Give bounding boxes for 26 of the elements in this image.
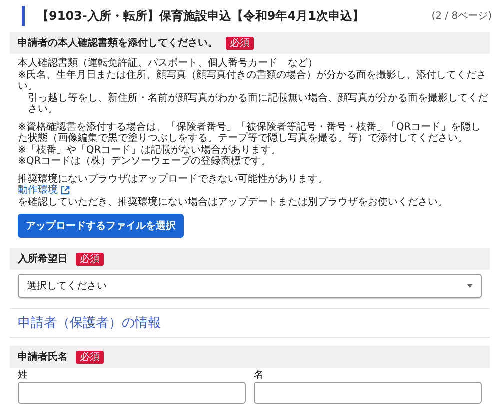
required-badge: 必須 — [76, 350, 104, 364]
field-label: 申請者の本人確認書類を添付してください。 — [18, 36, 218, 50]
upload-button[interactable]: アップロードするファイルを選択 — [18, 214, 184, 238]
info-text: 推奨環境にないブラウザはアップロードできない可能性があります。 — [18, 174, 329, 184]
external-link-icon — [61, 186, 70, 196]
info-text: 本人確認書類（運転免許証、パスポート、個人番号カード など） — [18, 58, 319, 70]
caret-icon — [467, 284, 473, 288]
required-badge: 必須 — [226, 36, 254, 50]
page-title: 【9103-入所・転所】保育施設申込【令和9年4月1次申込】 — [36, 8, 366, 24]
name-input[interactable] — [18, 382, 246, 404]
info-text: ※氏名、生年月日または住所、顔写真（顔写真付きの書類の場合）が分かる面を撮影し、添付してください。 — [18, 70, 488, 92]
required-badge: 必須 — [76, 252, 104, 266]
info-text: ※資格確認書を添付する場合は、「保険者番号」「被保険者等記号・番号・枝番」「QRコード」を隠した状態（画像編集で黒で塗りつぶしをする。テープ等で隠し写真を撮る。等）で添付してください。 — [18, 122, 482, 144]
date-select[interactable]: 選択してください — [18, 274, 482, 298]
field-label: 申請者氏名 — [18, 350, 68, 364]
environment-link[interactable]: 動作環境 — [18, 185, 70, 196]
field-label: 入所希望日 — [18, 252, 68, 266]
page-indicator: (2 / 8ページ) — [432, 10, 492, 23]
name-input[interactable] — [254, 382, 482, 404]
field-label: 名 — [254, 370, 265, 382]
section-heading: 申請者（保護者）の情報 — [10, 308, 490, 338]
info-text: を確認していただき、推奨環境にない場合はアップデートまたは別ブラウザをお使いください。 — [18, 196, 449, 208]
info-text: 引っ越し等をし、新住所・名前が顔写真がわかる面に記載無い場合、顔写真が分かる面を撮影してください。 — [27, 92, 488, 116]
info-text: ※QRコードは（株）デンソーウェーブの登録商標です。 — [18, 156, 272, 168]
info-text: ※「枝番」や「QRコード」は記載がない場合があります。 — [18, 144, 282, 156]
field-label: 姓 — [18, 370, 29, 382]
